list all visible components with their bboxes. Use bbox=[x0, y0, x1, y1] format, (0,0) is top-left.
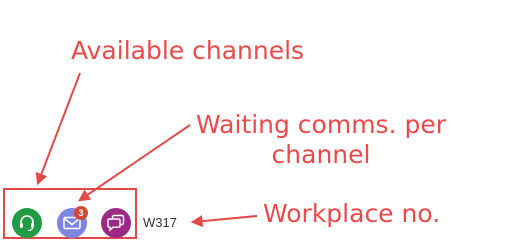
callout-waiting-line1: Waiting comms. per bbox=[196, 110, 446, 139]
headset-icon bbox=[20, 215, 34, 232]
arrow-workplace-no bbox=[190, 215, 258, 228]
callout-waiting-line2: channel bbox=[271, 140, 371, 169]
screenshot-stage: Available channels Waiting comms. per ch… bbox=[0, 0, 505, 244]
callout-available-channels: Available channels bbox=[71, 36, 305, 65]
callout-waiting-comms: Waiting comms. per channel bbox=[196, 110, 446, 170]
workplace-number: W317 bbox=[143, 215, 177, 230]
email-waiting-badge: 3 bbox=[74, 206, 88, 220]
voice-channel-button[interactable] bbox=[12, 208, 42, 238]
chat-bubble-icon bbox=[107, 214, 125, 232]
chat-channel-button[interactable] bbox=[101, 208, 131, 238]
arrow-available-channels bbox=[35, 72, 81, 186]
callout-workplace-no: Workplace no. bbox=[263, 199, 441, 228]
